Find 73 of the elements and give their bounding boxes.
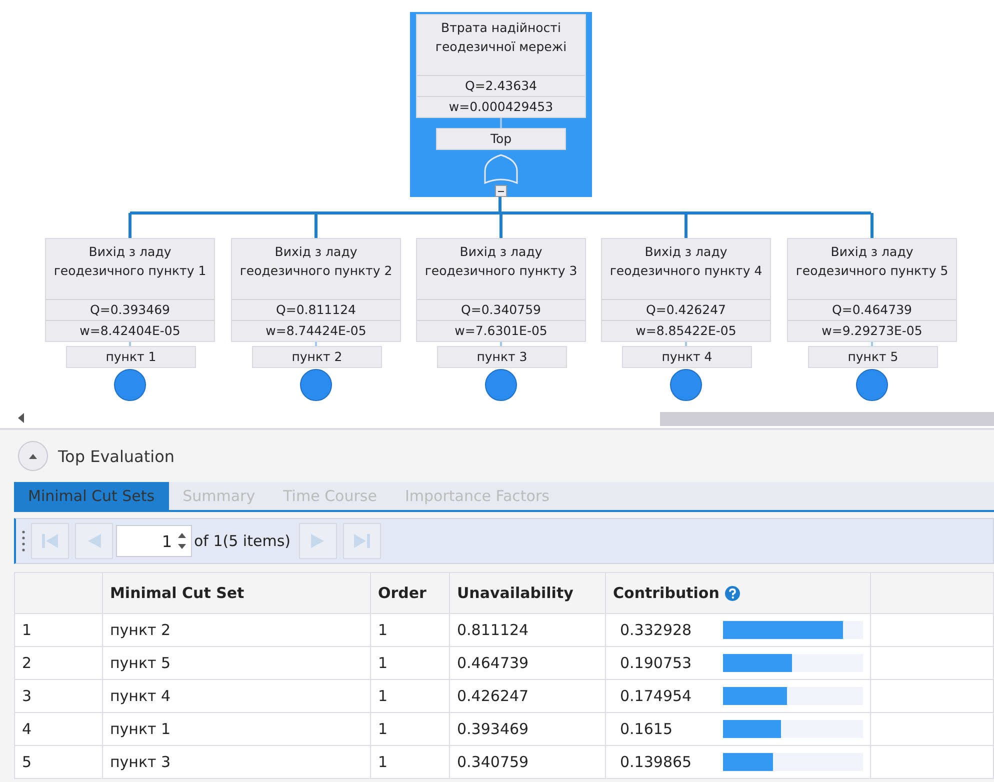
page-count-text: of 1(5 items) bbox=[194, 532, 290, 550]
event-title: Вихід з ладу геодезичного пункту 5 bbox=[794, 243, 950, 280]
frequency-value: w=8.85422E-05 bbox=[602, 320, 770, 341]
table-cell: пункт 2 bbox=[102, 614, 370, 646]
probability-value: Q=2.43634 bbox=[417, 75, 585, 96]
basic-event-circle[interactable] bbox=[856, 369, 888, 401]
table-cell: пункт 3 bbox=[102, 746, 370, 778]
probability-value: Q=0.340759 bbox=[417, 299, 585, 320]
scrollbar-thumb[interactable] bbox=[660, 412, 994, 426]
probability-value: Q=0.426247 bbox=[602, 299, 770, 320]
event-title: Вихід з ладу геодезичного пункту 2 bbox=[238, 243, 394, 280]
table-cell: пункт 5 bbox=[102, 646, 370, 680]
table-cell-text: 0.332928 bbox=[619, 621, 693, 639]
top-event-node[interactable]: Втрата надійності геодезичної мережі Q=2.43634 w=0.000429453 Top bbox=[410, 12, 592, 197]
event-title: Вихід з ладу геодезичного пункту 3 bbox=[424, 243, 578, 280]
table-cell: 1 bbox=[370, 712, 450, 746]
basic-event-circle[interactable] bbox=[114, 369, 146, 401]
event-title: Втрата надійності геодезичної мережі bbox=[434, 19, 568, 56]
collapse-button[interactable] bbox=[18, 441, 48, 471]
basic-event-circle[interactable] bbox=[485, 369, 517, 401]
frequency-value: w=8.42404E-05 bbox=[46, 320, 214, 341]
table-cell: пункт 1 bbox=[102, 712, 370, 746]
gate-label: Top bbox=[436, 128, 566, 150]
collapse-icon[interactable] bbox=[495, 185, 507, 197]
table-cell: 1 bbox=[370, 614, 450, 646]
table-cell: 1 bbox=[370, 746, 450, 778]
event-label: пункт 5 bbox=[808, 346, 938, 368]
row-number: 5 bbox=[14, 746, 102, 778]
event-label: пункт 3 bbox=[437, 346, 567, 368]
table-cell: 1 bbox=[370, 646, 450, 680]
table-cell: 0.393469 bbox=[450, 712, 606, 746]
table-cell: 0.426247 bbox=[450, 680, 606, 712]
table-cell: 0.340759 bbox=[450, 746, 606, 778]
column-header[interactable]: Minimal Cut Set bbox=[102, 572, 370, 614]
table-cell: 0.464739 bbox=[450, 646, 606, 680]
frequency-value: w=9.29273E-05 bbox=[788, 320, 956, 341]
frequency-value: w=0.000429453 bbox=[417, 96, 585, 117]
first-page-icon bbox=[40, 532, 60, 550]
basic-event-circle[interactable] bbox=[670, 369, 702, 401]
panel-title: Top Evaluation bbox=[58, 446, 175, 466]
next-page-icon bbox=[308, 532, 326, 550]
column-header[interactable]: Order bbox=[370, 572, 450, 614]
column-header[interactable]: Unavailability bbox=[450, 572, 606, 614]
last-page-icon bbox=[352, 532, 372, 550]
table-cell-text: 0.1615 bbox=[619, 720, 674, 738]
help-icon[interactable] bbox=[725, 586, 740, 600]
grip-icon bbox=[22, 530, 25, 552]
frequency-value: w=7.6301E-05 bbox=[417, 320, 585, 341]
table-cell-text: 0.190753 bbox=[619, 654, 693, 672]
event-card[interactable]: Втрата надійності геодезичної мережі Q=2.43634 w=0.000429453 bbox=[416, 14, 586, 118]
event-label: пункт 2 bbox=[252, 346, 382, 368]
row-number: 1 bbox=[14, 614, 102, 646]
event-title: Вихід з ладу геодезичного пункту 4 bbox=[608, 243, 764, 280]
table-cell: 0.811124 bbox=[450, 614, 606, 646]
column-header[interactable]: Contribution bbox=[606, 572, 870, 614]
table-cell-text: 0.174954 bbox=[619, 687, 693, 705]
event-label: пункт 4 bbox=[622, 346, 752, 368]
event-label: пункт 1 bbox=[66, 346, 196, 368]
table-cell: пункт 4 bbox=[102, 680, 370, 712]
basic-event-circle[interactable] bbox=[300, 369, 332, 401]
row-number: 2 bbox=[14, 646, 102, 680]
probability-value: Q=0.393469 bbox=[46, 299, 214, 320]
probability-value: Q=0.464739 bbox=[788, 299, 956, 320]
table-cell-text: 0.139865 bbox=[619, 753, 693, 771]
page-number-field[interactable]: 1 bbox=[116, 525, 192, 557]
frequency-value: w=8.74424E-05 bbox=[232, 320, 400, 341]
probability-value: Q=0.811124 bbox=[232, 299, 400, 320]
event-title: Вихід з ладу геодезичного пункту 1 bbox=[52, 243, 208, 280]
or-gate-icon bbox=[483, 154, 519, 184]
column-header-text: Contribution bbox=[613, 584, 720, 602]
row-number: 4 bbox=[14, 712, 102, 746]
row-number: 3 bbox=[14, 680, 102, 712]
table-cell: 1 bbox=[370, 680, 450, 712]
